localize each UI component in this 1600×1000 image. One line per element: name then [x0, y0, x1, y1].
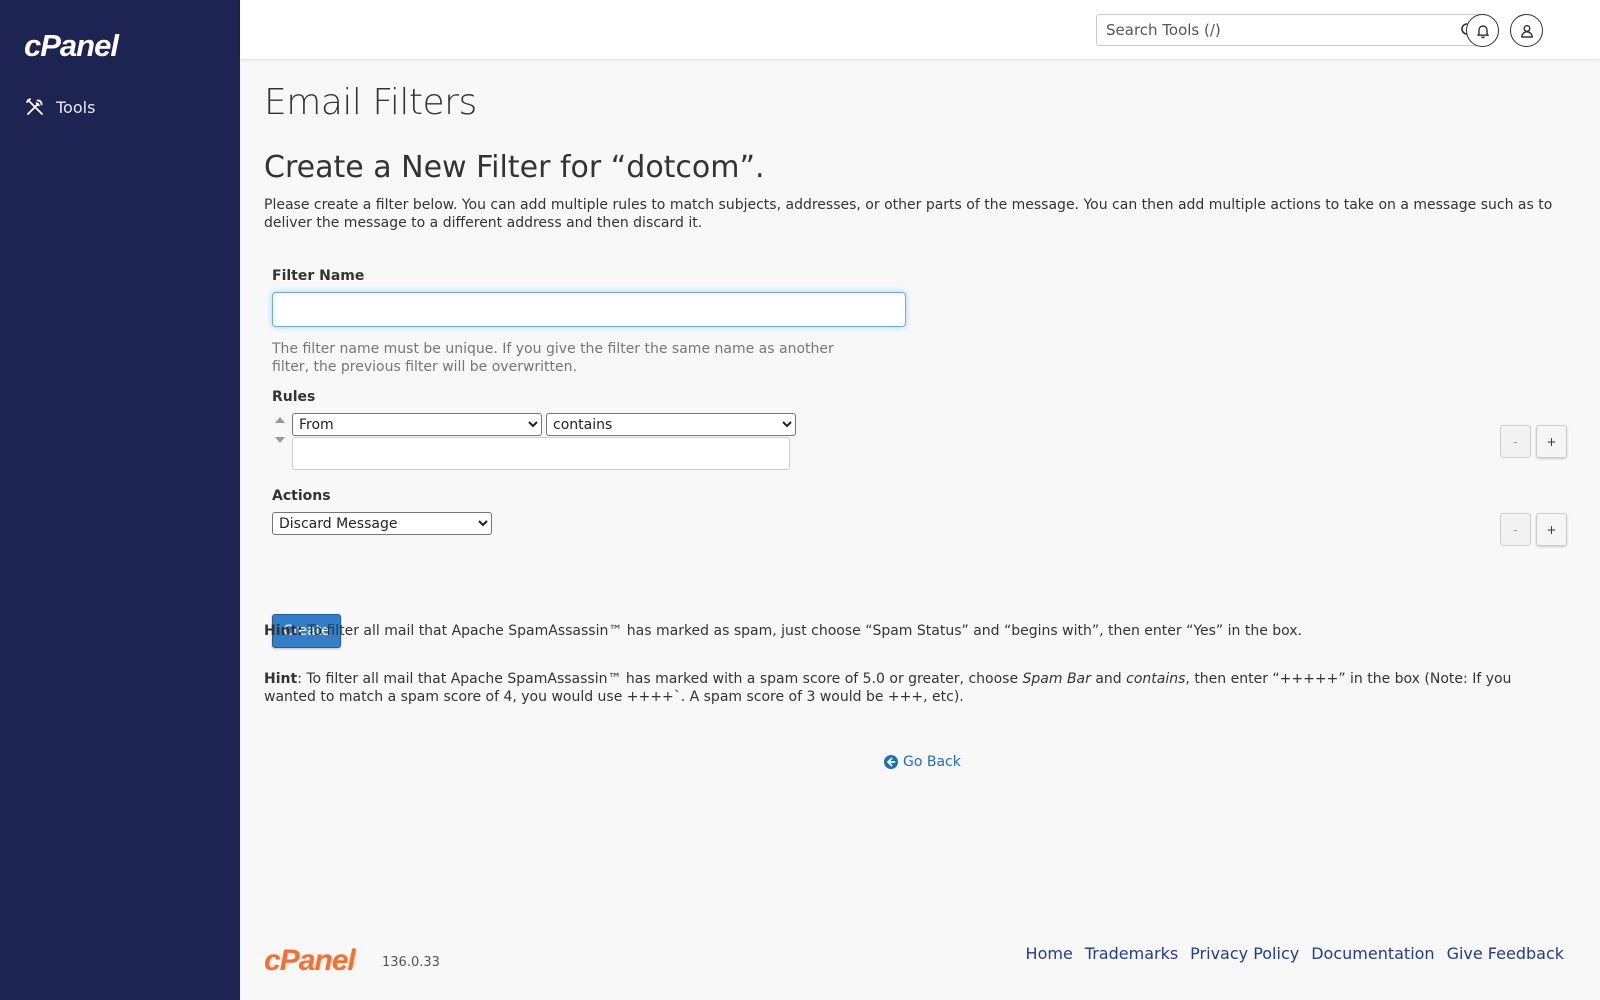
hint-text: : To filter all mail that Apache SpamAss…: [297, 671, 1023, 687]
section-title: Create a New Filter for “dotcom”.: [264, 150, 765, 185]
hint-spam-score: Hint: To filter all mail that Apache Spa…: [264, 670, 1564, 706]
sidebar-item-tools[interactable]: Tools: [24, 94, 224, 120]
hint-emphasis-contains: contains: [1126, 671, 1186, 687]
footer-link-home[interactable]: Home: [1026, 944, 1073, 963]
filter-name-input[interactable]: [272, 292, 906, 327]
hint-spam-status: Hint: To filter all mail that Apache Spa…: [264, 622, 1564, 640]
footer-link-privacy-policy[interactable]: Privacy Policy: [1190, 944, 1299, 963]
remove-rule-button[interactable]: -: [1500, 425, 1531, 458]
sidebar: cPanel Tools: [0, 0, 240, 1000]
cpanel-logo[interactable]: cPanel: [24, 28, 119, 64]
action-select[interactable]: Discard Message: [272, 512, 492, 535]
tools-icon: [24, 96, 46, 118]
hint-emphasis-spam-bar: Spam Bar: [1022, 671, 1091, 687]
user-icon: [1519, 23, 1535, 39]
move-rule-down-icon[interactable]: [273, 434, 287, 446]
remove-action-button[interactable]: -: [1500, 513, 1531, 546]
top-bar: [240, 0, 1600, 60]
notifications-button[interactable]: [1466, 14, 1499, 47]
intro-text: Please create a filter below. You can ad…: [264, 197, 1553, 231]
user-menu-button[interactable]: [1510, 14, 1543, 47]
page-title: Email Filters: [264, 82, 477, 123]
footer-links: Home Trademarks Privacy Policy Documenta…: [1026, 944, 1564, 963]
move-rule-up-icon[interactable]: [273, 414, 287, 426]
rule-value-input[interactable]: [292, 437, 790, 470]
add-action-button[interactable]: +: [1536, 513, 1567, 546]
actions-label: Actions: [272, 488, 331, 504]
search-input[interactable]: [1097, 15, 1453, 45]
sidebar-item-label: Tools: [56, 97, 96, 117]
footer-link-give-feedback[interactable]: Give Feedback: [1447, 944, 1564, 963]
footer-link-trademarks[interactable]: Trademarks: [1085, 944, 1178, 963]
filter-name-label: Filter Name: [272, 268, 365, 284]
footer-cpanel-logo[interactable]: cPanel: [264, 944, 356, 978]
rules-label: Rules: [272, 389, 316, 405]
go-back-label: Go Back: [903, 754, 961, 770]
hint-prefix: Hint:: [264, 623, 303, 639]
rule-field-select[interactable]: From: [292, 413, 542, 436]
add-rule-button[interactable]: +: [1536, 425, 1567, 458]
hint-prefix: Hint: [264, 671, 298, 687]
hint-text: and: [1090, 671, 1127, 687]
search-box: [1096, 14, 1484, 46]
footer-version: 136.0.33: [382, 955, 440, 970]
footer-link-documentation[interactable]: Documentation: [1311, 944, 1434, 963]
go-back-link[interactable]: Go Back: [884, 754, 961, 770]
bell-icon: [1475, 23, 1491, 39]
filter-name-help: The filter name must be unique. If you g…: [272, 341, 834, 375]
rule-operator-select[interactable]: contains: [546, 413, 796, 436]
arrow-circle-left-icon: [884, 755, 898, 769]
hint-text: To filter all mail that Apache SpamAssas…: [302, 623, 1303, 639]
